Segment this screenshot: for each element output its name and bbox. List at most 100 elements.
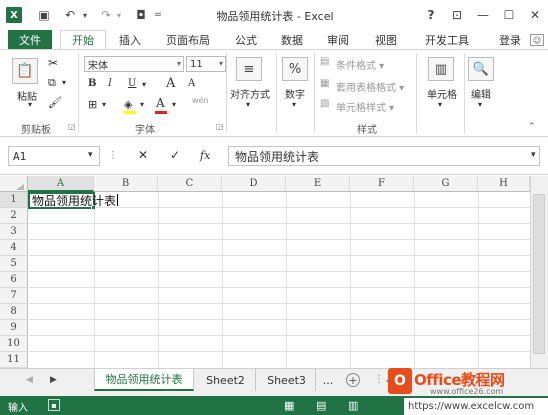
- column-header-a[interactable]: A: [28, 176, 94, 192]
- format-as-table-button[interactable]: 套用表格格式 ▾: [336, 79, 404, 94]
- scroll-sheets-left-icon[interactable]: ◀: [26, 375, 33, 385]
- sheet-tab-sheet2[interactable]: Sheet2: [196, 369, 256, 391]
- enter-entry-button[interactable]: ✓: [170, 148, 180, 162]
- column-header-f[interactable]: F: [350, 176, 414, 192]
- column-header-g[interactable]: G: [414, 176, 478, 192]
- row-header-11[interactable]: 11: [0, 352, 28, 368]
- underline-button[interactable]: U: [128, 78, 136, 89]
- undo-icon[interactable]: ↶: [62, 6, 78, 24]
- tab-review[interactable]: 审阅: [320, 30, 356, 49]
- scroll-sheets-right-icon[interactable]: ▶: [50, 375, 57, 385]
- macro-record-icon[interactable]: ▪: [48, 399, 60, 411]
- alignment-button[interactable]: 对齐方式: [228, 86, 272, 101]
- formula-input[interactable]: 物品领用统计表: [228, 146, 540, 166]
- row-header-10[interactable]: 10: [0, 336, 28, 352]
- column-header-c[interactable]: C: [158, 176, 222, 192]
- cut-icon[interactable]: ✂: [48, 56, 58, 70]
- phonetic-guide-button[interactable]: wén: [192, 96, 209, 105]
- borders-icon[interactable]: ⊞: [88, 98, 97, 111]
- shrink-font-button[interactable]: A: [188, 78, 195, 89]
- grow-font-button[interactable]: A: [166, 76, 175, 91]
- font-color-dropdown-icon[interactable]: ▾: [172, 100, 176, 109]
- customize-qat-icon[interactable]: =: [152, 6, 164, 24]
- close-icon[interactable]: ✕: [524, 6, 546, 24]
- row-header-5[interactable]: 5: [0, 256, 28, 272]
- row-header-9[interactable]: 9: [0, 320, 28, 336]
- undo-dropdown-icon[interactable]: ▾: [80, 6, 90, 24]
- maximize-icon[interactable]: ☐: [498, 6, 520, 24]
- tab-file[interactable]: 文件: [8, 30, 52, 49]
- font-size-select[interactable]: 11 ▾: [186, 56, 226, 72]
- expand-formula-bar-icon[interactable]: ▾: [531, 150, 536, 160]
- row-header-2[interactable]: 2: [0, 208, 28, 224]
- find-icon[interactable]: 🔍: [468, 57, 494, 81]
- tab-home[interactable]: 开始: [60, 30, 106, 49]
- ribbon-display-options-icon[interactable]: ⊡: [446, 6, 468, 24]
- font-name-select[interactable]: 宋体 ▾: [84, 56, 184, 72]
- percent-icon[interactable]: %: [282, 57, 308, 81]
- insert-function-button[interactable]: fx: [200, 149, 210, 162]
- fill-color-dropdown-icon[interactable]: ▾: [140, 100, 144, 109]
- minimize-icon[interactable]: —: [472, 6, 494, 24]
- tab-formulas[interactable]: 公式: [228, 30, 264, 49]
- fill-color-icon[interactable]: ◈: [124, 98, 132, 111]
- column-header-e[interactable]: E: [286, 176, 350, 192]
- scrollbar-thumb[interactable]: [533, 194, 545, 354]
- row-header-4[interactable]: 4: [0, 240, 28, 256]
- sign-in-link[interactable]: 登录: [494, 30, 526, 49]
- tab-page-layout[interactable]: 页面布局: [158, 30, 218, 49]
- cell-styles-icon[interactable]: ▧: [320, 98, 329, 109]
- paste-dropdown-icon[interactable]: ▾: [28, 100, 32, 109]
- format-as-table-icon[interactable]: ▦: [320, 78, 329, 89]
- save-icon[interactable]: ▣: [36, 6, 52, 24]
- alignment-dropdown-icon[interactable]: ▾: [246, 100, 250, 109]
- name-box[interactable]: A1: [8, 146, 100, 166]
- clipboard-launcher-icon[interactable]: ◲: [68, 122, 76, 131]
- alignment-icon[interactable]: ≡: [236, 57, 262, 81]
- more-sheets-button[interactable]: ...: [318, 369, 338, 391]
- column-header-d[interactable]: D: [222, 176, 286, 192]
- bold-button[interactable]: B: [88, 78, 96, 89]
- tab-split-grip-icon[interactable]: ⋮: [374, 374, 384, 385]
- tab-view[interactable]: 视图: [366, 30, 406, 49]
- copy-dropdown-icon[interactable]: ▾: [62, 78, 66, 87]
- sheet-tab-active[interactable]: 物品领用统计表: [94, 369, 194, 391]
- sheet-tab-sheet3[interactable]: Sheet3: [258, 369, 316, 391]
- editing-button[interactable]: 编辑: [466, 86, 496, 101]
- user-icon[interactable]: ☺: [530, 34, 544, 46]
- format-painter-icon[interactable]: 🖌: [48, 96, 62, 109]
- borders-dropdown-icon[interactable]: ▾: [102, 100, 106, 109]
- conditional-format-button[interactable]: 条件格式 ▾: [336, 57, 384, 72]
- tab-data[interactable]: 数据: [274, 30, 310, 49]
- help-icon[interactable]: ?: [420, 6, 442, 24]
- cells-icon[interactable]: ▥: [428, 57, 454, 81]
- normal-view-icon[interactable]: ▦: [284, 399, 294, 412]
- page-layout-view-icon[interactable]: ▤: [316, 399, 326, 412]
- row-header-7[interactable]: 7: [0, 288, 28, 304]
- redo-icon[interactable]: ↷: [98, 6, 114, 24]
- camera-icon[interactable]: ◘: [132, 6, 150, 24]
- font-launcher-icon[interactable]: ◲: [216, 122, 224, 131]
- collapse-ribbon-icon[interactable]: ⌃: [528, 122, 536, 132]
- add-sheet-button[interactable]: +: [346, 373, 360, 387]
- cell-styles-button[interactable]: 单元格样式 ▾: [336, 99, 394, 114]
- column-header-h[interactable]: H: [478, 176, 530, 192]
- number-dropdown-icon[interactable]: ▾: [292, 100, 296, 109]
- name-box-dropdown-icon[interactable]: ▾: [88, 150, 93, 160]
- tab-developer[interactable]: 开发工具: [416, 30, 478, 49]
- cancel-entry-button[interactable]: ✕: [138, 148, 148, 162]
- row-header-3[interactable]: 3: [0, 224, 28, 240]
- cells-dropdown-icon[interactable]: ▾: [438, 100, 442, 109]
- row-header-8[interactable]: 8: [0, 304, 28, 320]
- row-header-6[interactable]: 6: [0, 272, 28, 288]
- paste-button[interactable]: 粘贴: [12, 88, 42, 103]
- page-break-view-icon[interactable]: ▥: [348, 399, 358, 412]
- number-format-button[interactable]: 数字: [280, 86, 310, 101]
- tab-insert[interactable]: 插入: [112, 30, 148, 49]
- italic-button[interactable]: I: [108, 78, 112, 89]
- row-header-1[interactable]: 1: [0, 192, 28, 208]
- cells-button[interactable]: 单元格: [422, 86, 462, 101]
- editing-dropdown-icon[interactable]: ▾: [478, 100, 482, 109]
- copy-icon[interactable]: ⧉: [48, 76, 56, 90]
- column-header-b[interactable]: B: [94, 176, 158, 192]
